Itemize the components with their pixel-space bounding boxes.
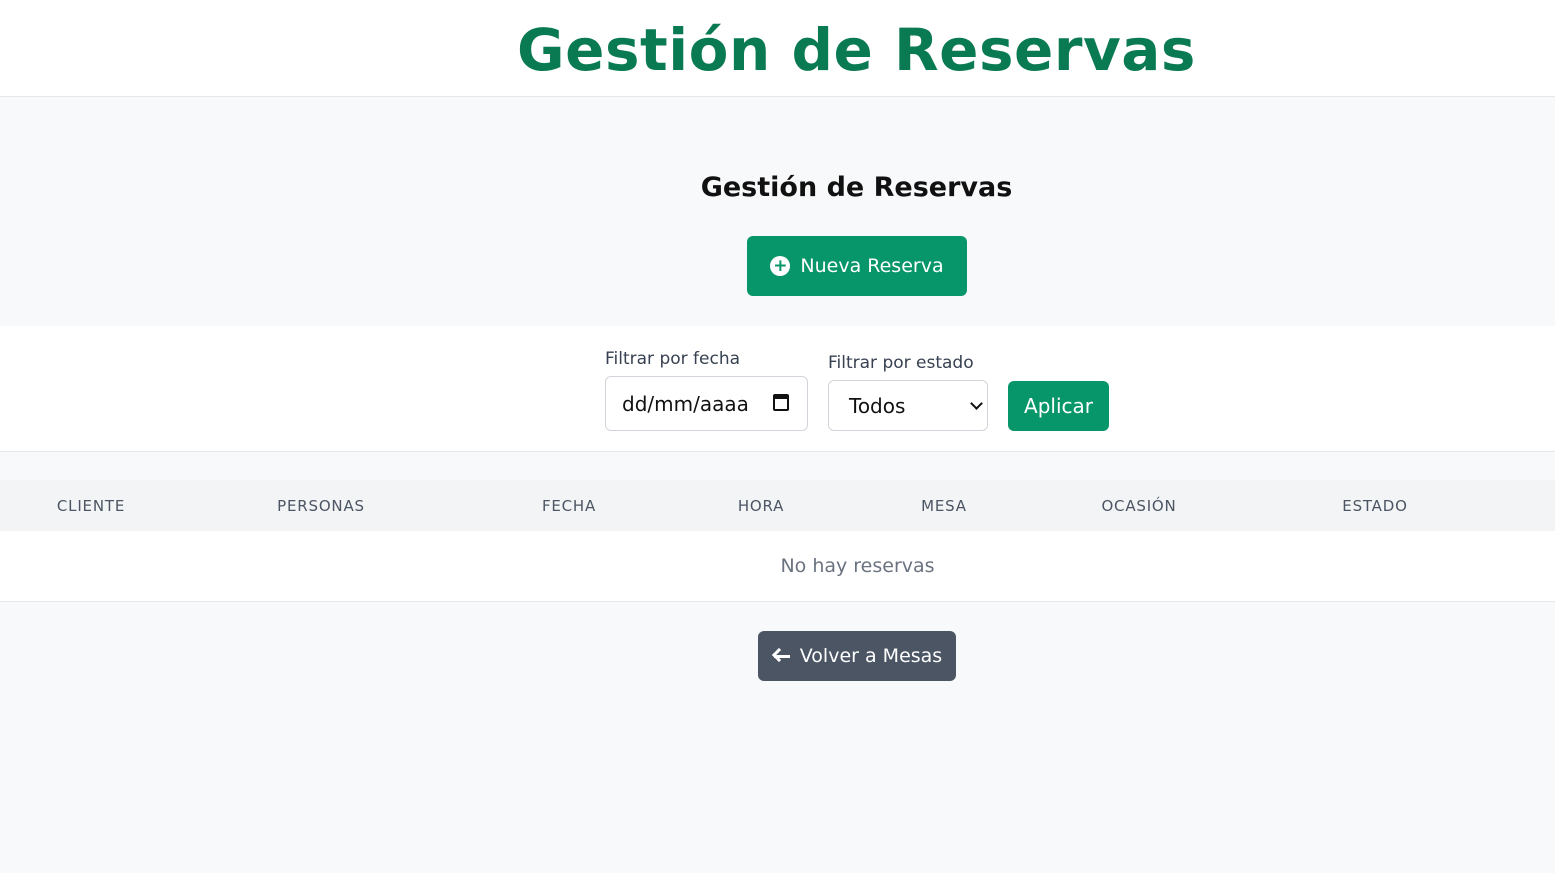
calendar-icon[interactable] (773, 394, 789, 411)
status-filter-label: Filtrar por estado (828, 353, 974, 373)
chevron-down-icon (970, 397, 983, 410)
back-button-label: Volver a Mesas (799, 645, 943, 667)
column-header-ocasion: OCASIÓN (1101, 497, 1177, 515)
plus-circle-icon: + (770, 256, 791, 276)
status-selected-value: Todos (849, 393, 906, 418)
back-to-tables-button[interactable]: Volver a Mesas (758, 631, 956, 681)
column-header-mesa: MESA (921, 497, 967, 515)
column-header-hora: HORA (737, 497, 785, 515)
apply-filter-button[interactable]: Aplicar (1008, 381, 1109, 431)
table-body: No hay reservas (0, 531, 1555, 602)
column-header-cliente: CLIENTE (56, 497, 126, 515)
arrow-left-icon (771, 647, 790, 664)
new-reservation-label: Nueva Reserva (800, 255, 944, 277)
top-header: Gestión de Reservas (0, 0, 1555, 97)
table-header: CLIENTE PERSONAS FECHA HORA MESA OCASIÓN… (0, 480, 1555, 531)
new-reservation-button[interactable]: + Nueva Reserva (747, 236, 967, 296)
column-header-personas: PERSONAS (277, 497, 365, 515)
column-header-estado: ESTADO (1342, 497, 1408, 515)
page-header-title: Gestión de Reservas (517, 16, 1196, 84)
date-filter-input[interactable]: dd/mm/aaaa (605, 376, 808, 431)
status-filter-select[interactable]: Todos (828, 380, 988, 431)
date-placeholder: dd/mm/aaaa (622, 391, 749, 416)
date-filter-label: Filtrar por fecha (605, 349, 741, 369)
section-title: Gestión de Reservas (700, 172, 1013, 203)
empty-state-message: No hay reservas (780, 555, 935, 577)
column-header-fecha: FECHA (541, 497, 597, 515)
